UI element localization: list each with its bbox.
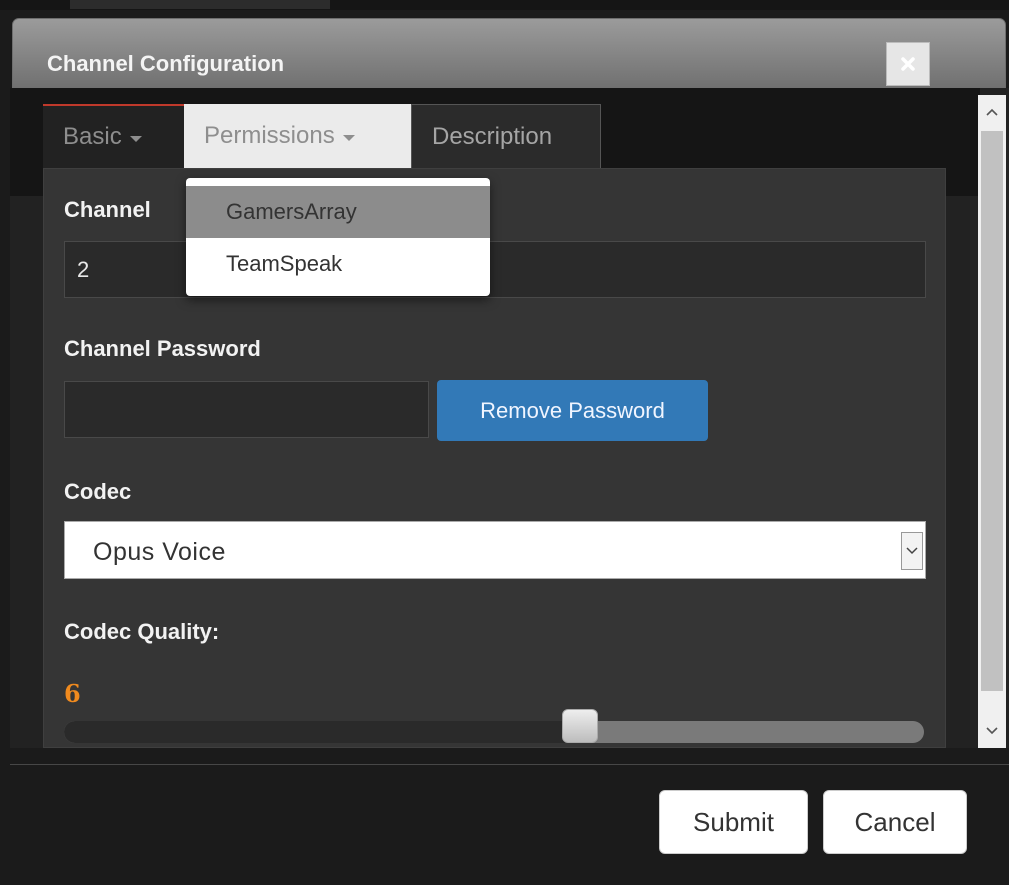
tab-basic-label: Basic: [63, 123, 122, 150]
tab-permissions-label: Permissions: [204, 122, 335, 149]
close-button[interactable]: [886, 42, 930, 86]
slider-fill: [64, 721, 580, 743]
slider-thumb[interactable]: [562, 709, 598, 743]
close-icon: [901, 57, 915, 71]
caret-down-icon: [342, 135, 355, 141]
tab-description[interactable]: Description: [411, 104, 601, 168]
scroll-down-icon[interactable]: [978, 716, 1006, 746]
codec-label: Codec: [64, 479, 132, 504]
tab-description-label: Description: [432, 122, 553, 150]
scrollbar-thumb[interactable]: [981, 131, 1003, 691]
channel-label: Channel: [64, 197, 151, 222]
scroll-up-icon[interactable]: [978, 97, 1006, 127]
codec-quality-value: 6: [64, 679, 81, 708]
submit-button[interactable]: Submit: [659, 790, 808, 854]
background-highlight: [70, 0, 330, 9]
cancel-button[interactable]: Cancel: [823, 790, 967, 854]
channel-password-label: Channel Password: [64, 336, 261, 361]
tab-bar: Basic Permissions Description: [43, 104, 601, 168]
basic-settings-panel: Channel 2 Channel Password Remove Passwo…: [43, 168, 946, 748]
dialog-titlebar[interactable]: Channel Configuration: [12, 18, 1006, 96]
tab-permissions[interactable]: Permissions: [184, 104, 411, 168]
codec-quality-slider[interactable]: [64, 709, 924, 743]
menu-item-gamersarray[interactable]: GamersArray: [186, 186, 490, 238]
footer-divider: [10, 764, 1009, 765]
permissions-dropdown-menu: GamersArray TeamSpeak: [186, 178, 490, 296]
tab-basic[interactable]: Basic: [43, 104, 184, 168]
channel-input-value: 2: [77, 256, 90, 282]
codec-quality-label: Codec Quality:: [64, 619, 220, 644]
chevron-down-icon[interactable]: [901, 532, 923, 570]
remove-password-button[interactable]: Remove Password: [437, 380, 708, 441]
dialog-content: Basic Permissions Description Channel 2 …: [10, 88, 1009, 748]
codec-select[interactable]: Opus Voice: [64, 521, 926, 579]
dialog-title: Channel Configuration: [47, 51, 285, 76]
codec-select-value: Opus Voice: [93, 538, 226, 566]
channel-password-input[interactable]: [64, 381, 429, 438]
menu-item-teamspeak[interactable]: TeamSpeak: [186, 238, 490, 290]
content-scrollbar[interactable]: [978, 95, 1006, 748]
caret-down-icon: [129, 136, 142, 142]
